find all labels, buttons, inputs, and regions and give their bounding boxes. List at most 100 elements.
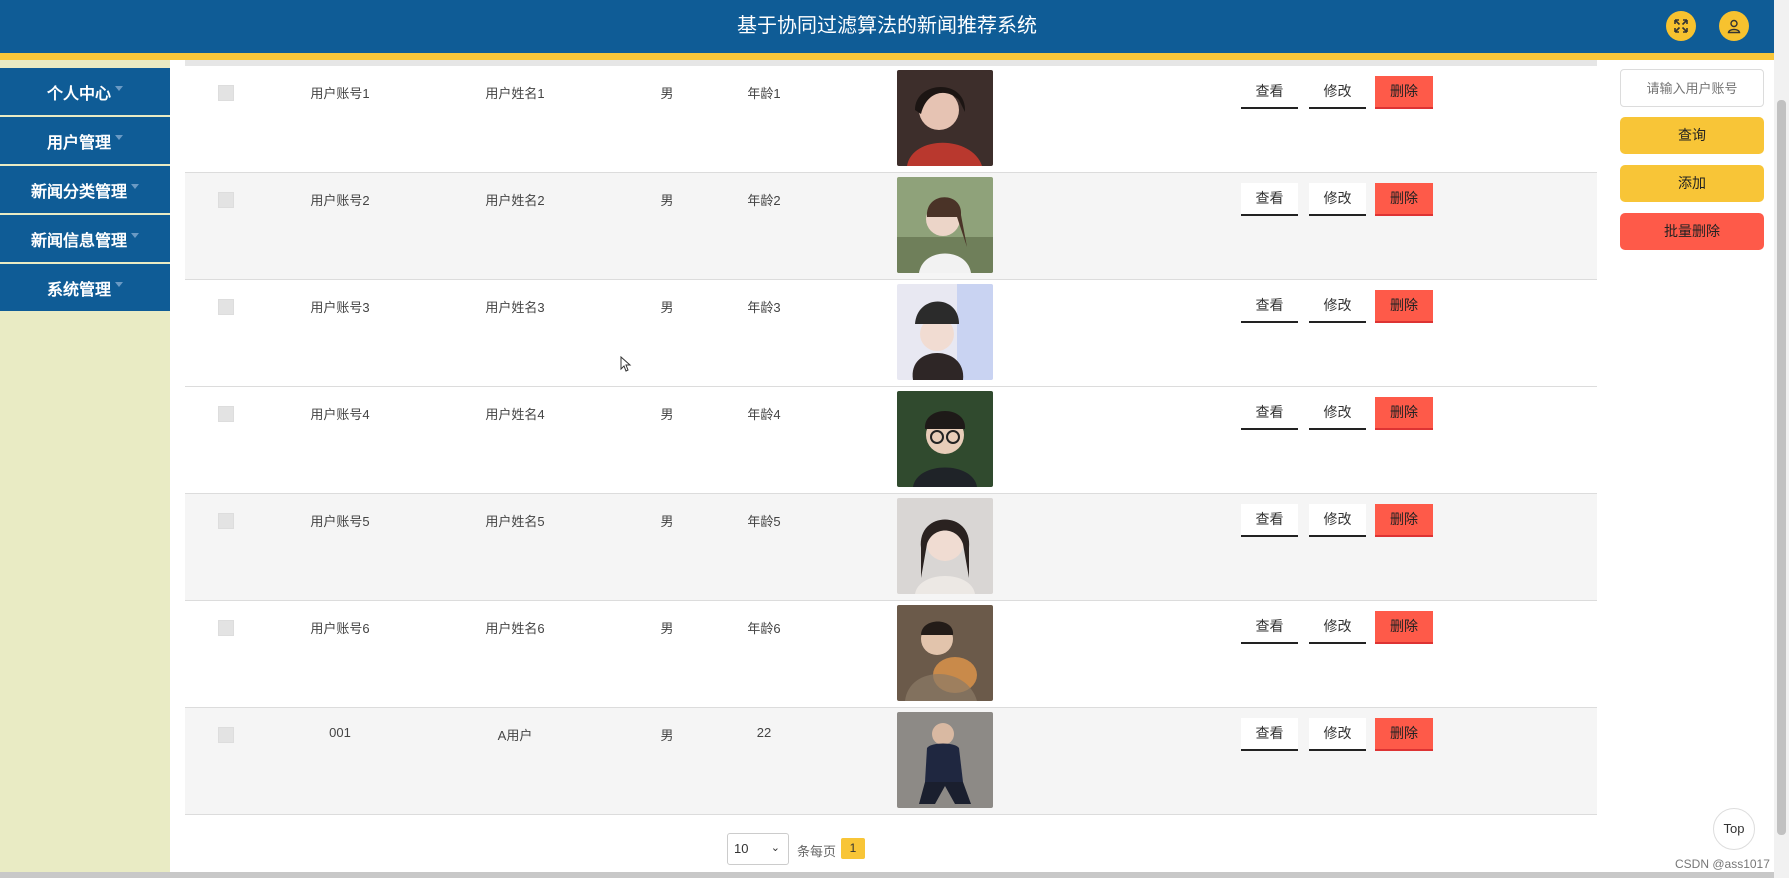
batch-delete-button[interactable]: 批量删除 — [1620, 213, 1764, 250]
sidebar: 个人中心 用户管理 新闻分类管理 新闻信息管理 系统管理 — [0, 60, 170, 872]
vertical-scrollbar[interactable] — [1774, 0, 1789, 878]
cell-age: 年龄4 — [747, 407, 781, 422]
sidebar-item-label: 系统管理 — [46, 281, 111, 299]
sidebar-item-label: 个人中心 — [46, 85, 111, 103]
row-checkbox[interactable] — [218, 727, 234, 743]
edit-button[interactable]: 修改 — [1309, 290, 1366, 323]
row-checkbox[interactable] — [218, 192, 234, 208]
query-button[interactable]: 查询 — [1620, 117, 1764, 154]
sidebar-item-label: 用户管理 — [46, 134, 111, 152]
sidebar-item-news-category[interactable]: 新闻分类管理 — [0, 166, 170, 215]
caret-down-icon — [115, 282, 123, 287]
cell-account: 用户账号4 — [310, 407, 370, 422]
table-row: 001 A用户 男 22 查看 修改 删除 — [185, 708, 1597, 815]
horizontal-scrollbar[interactable] — [0, 872, 1774, 878]
cell-gender: 男 — [660, 86, 674, 101]
page-size-value: 10 — [734, 841, 749, 856]
app-title: 基于协同过滤算法的新闻推荐系统 — [737, 15, 1037, 37]
row-checkbox[interactable] — [218, 85, 234, 101]
delete-button[interactable]: 删除 — [1375, 504, 1433, 537]
cell-account: 用户账号3 — [310, 300, 370, 315]
add-button[interactable]: 添加 — [1620, 165, 1764, 202]
cell-account: 用户账号1 — [310, 86, 370, 101]
chevron-down-icon: ⌄ — [770, 842, 780, 854]
cell-age: 年龄5 — [747, 514, 781, 529]
user-photo — [897, 498, 993, 594]
table-row: 用户账号4 用户姓名4 男 年龄4 查看 修改 删除 — [185, 387, 1597, 494]
cell-gender: 男 — [660, 728, 674, 743]
cell-account: 用户账号6 — [310, 621, 370, 636]
search-account-input[interactable] — [1620, 69, 1764, 107]
caret-down-icon — [131, 184, 139, 189]
delete-button[interactable]: 删除 — [1375, 611, 1433, 644]
delete-button[interactable]: 删除 — [1375, 183, 1433, 216]
caret-down-icon — [131, 233, 139, 238]
watermark: CSDN @ass1017 — [1675, 857, 1770, 871]
page-size-select[interactable]: 10 ⌄ — [727, 833, 789, 865]
user-menu-button[interactable] — [1719, 11, 1749, 41]
view-button[interactable]: 查看 — [1241, 397, 1298, 430]
mouse-cursor-icon — [620, 355, 632, 377]
cell-age: 年龄3 — [747, 300, 781, 315]
per-page-label: 条每页 — [797, 844, 837, 859]
cell-account: 用户账号2 — [310, 193, 370, 208]
row-checkbox[interactable] — [218, 299, 234, 315]
user-photo — [897, 391, 993, 487]
edit-button[interactable]: 修改 — [1309, 397, 1366, 430]
cell-name: 用户姓名5 — [485, 514, 545, 529]
edit-button[interactable]: 修改 — [1309, 76, 1366, 109]
cell-gender: 男 — [660, 621, 674, 636]
expand-icon — [1674, 19, 1688, 33]
app-header: 基于协同过滤算法的新闻推荐系统 — [0, 0, 1774, 60]
cell-name: 用户姓名1 — [485, 86, 545, 101]
caret-down-icon — [115, 86, 123, 91]
scrollbar-thumb[interactable] — [1777, 100, 1786, 835]
view-button[interactable]: 查看 — [1241, 611, 1298, 644]
cell-age: 年龄1 — [747, 86, 781, 101]
view-button[interactable]: 查看 — [1241, 290, 1298, 323]
edit-button[interactable]: 修改 — [1309, 611, 1366, 644]
table-row: 用户账号6 用户姓名6 男 年龄6 查看 修改 删除 — [185, 601, 1597, 708]
cell-name: 用户姓名2 — [485, 193, 545, 208]
page-number-button[interactable]: 1 — [841, 838, 865, 859]
cell-name: 用户姓名4 — [485, 407, 545, 422]
table-row: 用户账号3 用户姓名3 男 年龄3 查看 修改 删除 — [185, 280, 1597, 387]
user-photo — [897, 284, 993, 380]
delete-button[interactable]: 删除 — [1375, 76, 1433, 109]
back-to-top-button[interactable]: Top — [1713, 808, 1755, 850]
view-button[interactable]: 查看 — [1241, 76, 1298, 109]
user-photo — [897, 177, 993, 273]
cell-gender: 男 — [660, 300, 674, 315]
delete-button[interactable]: 删除 — [1375, 290, 1433, 323]
sidebar-item-label: 新闻信息管理 — [30, 232, 127, 250]
row-checkbox[interactable] — [218, 513, 234, 529]
cell-gender: 男 — [660, 193, 674, 208]
view-button[interactable]: 查看 — [1241, 183, 1298, 216]
sidebar-item-user-management[interactable]: 用户管理 — [0, 117, 170, 166]
user-photo — [897, 70, 993, 166]
fullscreen-button[interactable] — [1666, 11, 1696, 41]
edit-button[interactable]: 修改 — [1309, 183, 1366, 216]
view-button[interactable]: 查看 — [1241, 718, 1298, 751]
cell-name: 用户姓名6 — [485, 621, 545, 636]
delete-button[interactable]: 删除 — [1375, 397, 1433, 430]
cell-age: 22 — [756, 725, 772, 740]
sidebar-item-personal-center[interactable]: 个人中心 — [0, 68, 170, 117]
user-photo — [897, 605, 993, 701]
table-row: 用户账号5 用户姓名5 男 年龄5 查看 修改 删除 — [185, 494, 1597, 601]
edit-button[interactable]: 修改 — [1309, 504, 1366, 537]
sidebar-item-news-info[interactable]: 新闻信息管理 — [0, 215, 170, 264]
cell-gender: 男 — [660, 514, 674, 529]
row-checkbox[interactable] — [218, 620, 234, 636]
user-icon — [1727, 19, 1741, 34]
table-row: 用户账号1 用户姓名1 男 年龄1 查看 修改 删除 — [185, 66, 1597, 173]
user-photo — [897, 712, 993, 808]
cell-name: A用户 — [497, 728, 533, 743]
view-button[interactable]: 查看 — [1241, 504, 1298, 537]
delete-button[interactable]: 删除 — [1375, 718, 1433, 751]
cell-account: 001 — [329, 725, 351, 740]
row-checkbox[interactable] — [218, 406, 234, 422]
cell-age: 年龄6 — [747, 621, 781, 636]
sidebar-item-system[interactable]: 系统管理 — [0, 264, 170, 313]
edit-button[interactable]: 修改 — [1309, 718, 1366, 751]
